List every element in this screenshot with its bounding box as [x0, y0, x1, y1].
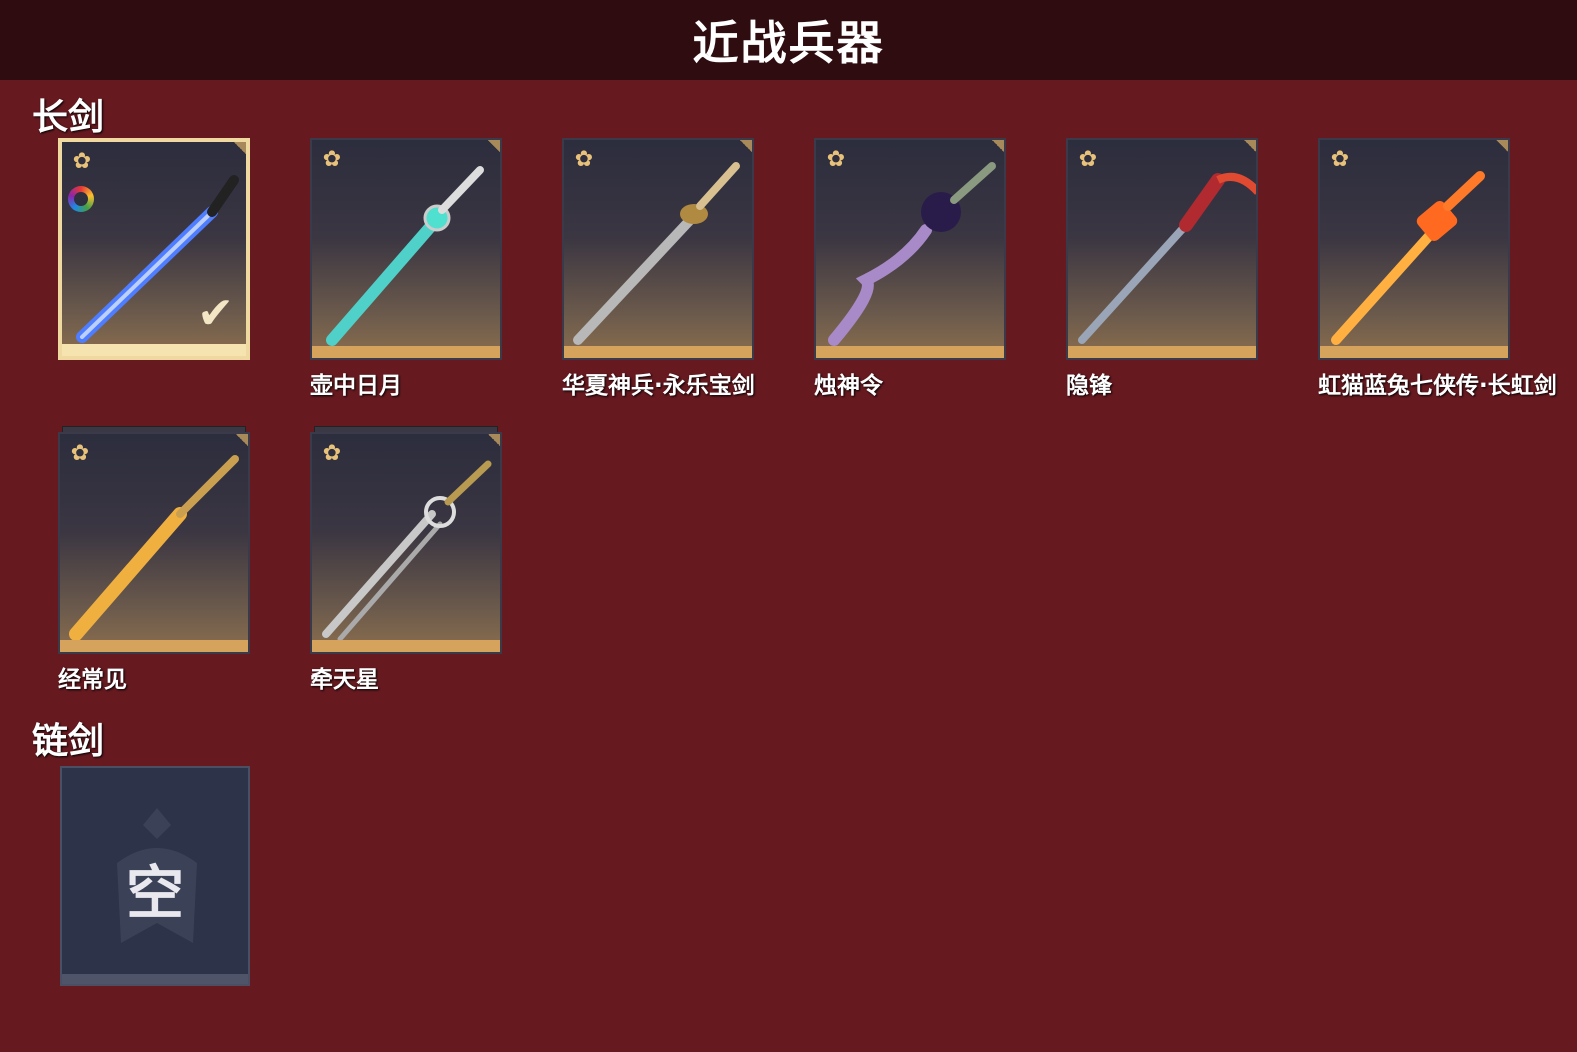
empty-weapon-slot[interactable]: 空	[60, 766, 250, 986]
equipped-check-icon: ✔	[197, 288, 234, 339]
weapon-name: 隐锋	[1066, 373, 1112, 399]
section-label-long-sword: 长剑	[32, 97, 105, 138]
weapon-name: 华夏神兵·永乐宝剑	[562, 373, 755, 399]
weapon-card[interactable]: ✿ 牵天星	[310, 426, 502, 694]
weapon-name: 壶中日月	[310, 373, 402, 399]
weapon-name: 烛神令	[814, 373, 883, 399]
weapon-card[interactable]: ✿ 壶中日月	[310, 138, 502, 400]
weapon-card[interactable]: ✿ 虹猫蓝兔七侠传·长虹剑	[1318, 138, 1557, 400]
page-header: 近战兵器	[0, 0, 1577, 80]
sword-icon	[322, 460, 492, 642]
sword-icon	[69, 455, 239, 641]
weapon-card-selected[interactable]: ✿ ✔	[58, 138, 250, 360]
weapon-name: 经常见	[58, 667, 127, 693]
weapon-card[interactable]: ✿ 经常见	[58, 426, 250, 694]
weapon-card[interactable]: ✿ 烛神令	[814, 138, 1006, 400]
weapon-name: 牵天星	[310, 667, 379, 693]
sword-icon	[326, 166, 484, 346]
sword-icon	[1331, 171, 1485, 345]
empty-label: 空	[125, 859, 184, 927]
sword-icon	[573, 162, 740, 345]
weapon-name: 虹猫蓝兔七侠传·长虹剑	[1318, 373, 1557, 399]
section-label-chain-sword: 链剑	[32, 721, 105, 762]
weapon-card[interactable]: ✿ 华夏神兵·永乐宝剑	[562, 138, 755, 400]
sword-icon	[1078, 173, 1256, 344]
page-title: 近战兵器	[692, 16, 885, 70]
sword-icon	[828, 162, 996, 346]
weapon-card[interactable]: ✿ 隐锋	[1066, 138, 1258, 400]
